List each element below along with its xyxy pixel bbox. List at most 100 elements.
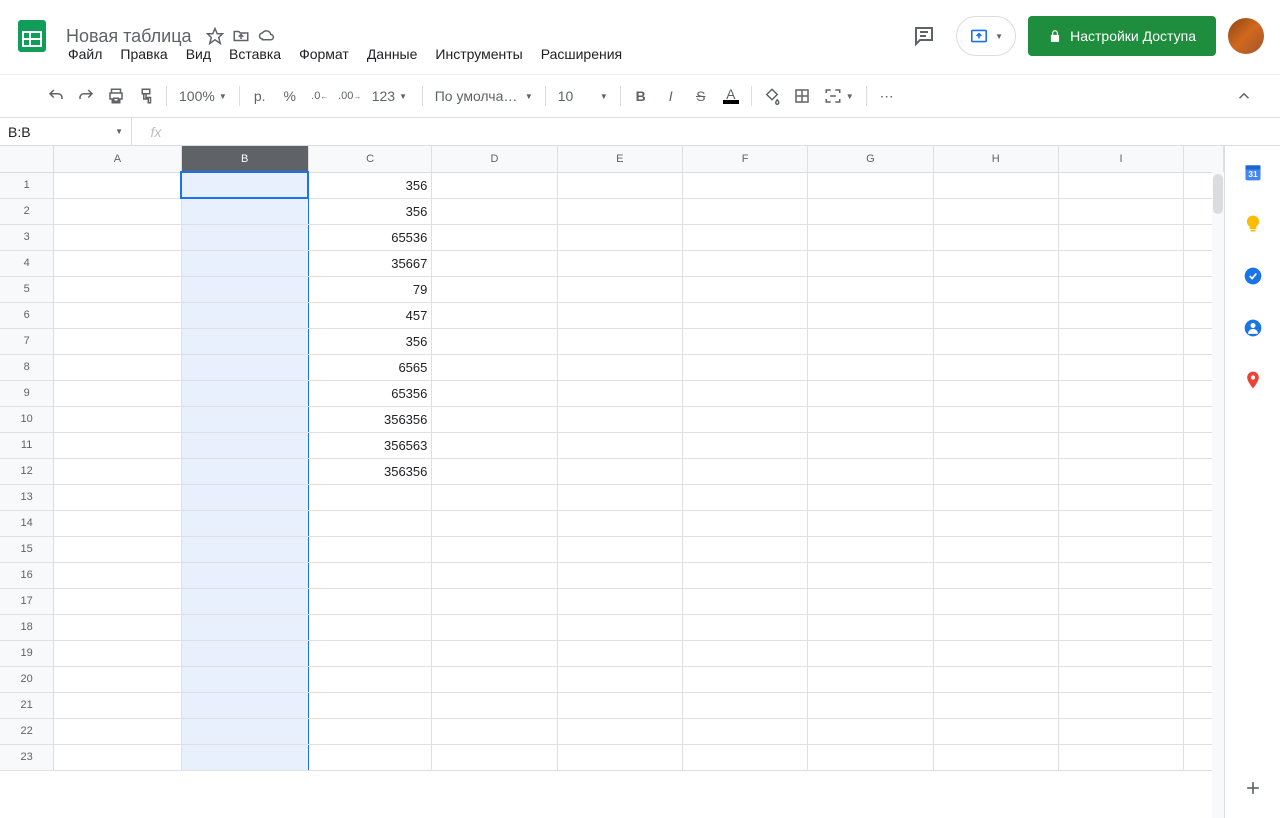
row-header-9[interactable]: 9 [0,380,54,406]
cell-H14[interactable] [933,510,1058,536]
currency-button[interactable]: р. [246,82,274,110]
cell-A2[interactable] [54,198,181,224]
select-all-corner[interactable] [0,146,54,172]
cell-E4[interactable] [557,250,682,276]
cell-G3[interactable] [808,224,933,250]
cell-I2[interactable] [1058,198,1183,224]
col-header-E[interactable]: E [557,146,682,172]
cell-F11[interactable] [682,432,807,458]
cell-A8[interactable] [54,354,181,380]
cell-D3[interactable] [432,224,557,250]
row-header-22[interactable]: 22 [0,718,54,744]
cell-F16[interactable] [682,562,807,588]
row-header-17[interactable]: 17 [0,588,54,614]
cell-H13[interactable] [933,484,1058,510]
cell-E6[interactable] [557,302,682,328]
cell-A1[interactable] [54,172,181,198]
row-header-16[interactable]: 16 [0,562,54,588]
cell-A11[interactable] [54,432,181,458]
cell-B18[interactable] [181,614,308,640]
cell-F12[interactable] [682,458,807,484]
cell-C9[interactable]: 65356 [308,380,432,406]
fill-color-button[interactable] [758,82,786,110]
cell-H10[interactable] [933,406,1058,432]
cell-B9[interactable] [181,380,308,406]
cell-H6[interactable] [933,302,1058,328]
cell-D7[interactable] [432,328,557,354]
menu-расширения[interactable]: Расширения [533,42,630,66]
row-header-4[interactable]: 4 [0,250,54,276]
cell-C1[interactable]: 356 [308,172,432,198]
cell-F15[interactable] [682,536,807,562]
cell-C14[interactable] [308,510,432,536]
cell-H11[interactable] [933,432,1058,458]
cell-C12[interactable]: 356356 [308,458,432,484]
row-header-20[interactable]: 20 [0,666,54,692]
cell-F18[interactable] [682,614,807,640]
cell-I14[interactable] [1058,510,1183,536]
cell-E2[interactable] [557,198,682,224]
row-header-3[interactable]: 3 [0,224,54,250]
cell-E11[interactable] [557,432,682,458]
paint-format-button[interactable] [132,82,160,110]
number-format-dropdown[interactable]: 123▼ [366,82,416,110]
cell-G18[interactable] [808,614,933,640]
cell-C20[interactable] [308,666,432,692]
cell-H9[interactable] [933,380,1058,406]
cell-B8[interactable] [181,354,308,380]
cell-E17[interactable] [557,588,682,614]
cell-G21[interactable] [808,692,933,718]
cell-F17[interactable] [682,588,807,614]
menu-вид[interactable]: Вид [178,42,219,66]
cell-H22[interactable] [933,718,1058,744]
cell-E16[interactable] [557,562,682,588]
undo-button[interactable] [42,82,70,110]
cell-F3[interactable] [682,224,807,250]
cell-E1[interactable] [557,172,682,198]
cell-F1[interactable] [682,172,807,198]
cell-I16[interactable] [1058,562,1183,588]
keep-icon[interactable] [1243,214,1263,234]
cell-D16[interactable] [432,562,557,588]
cell-A7[interactable] [54,328,181,354]
cell-I13[interactable] [1058,484,1183,510]
row-header-19[interactable]: 19 [0,640,54,666]
vertical-scrollbar[interactable] [1212,172,1224,818]
cell-F23[interactable] [682,744,807,770]
cell-B20[interactable] [181,666,308,692]
cell-C15[interactable] [308,536,432,562]
font-size-dropdown[interactable]: 10▼ [552,82,614,110]
cell-A9[interactable] [54,380,181,406]
cell-F14[interactable] [682,510,807,536]
cell-D9[interactable] [432,380,557,406]
cell-E13[interactable] [557,484,682,510]
menu-вставка[interactable]: Вставка [221,42,289,66]
cell-C11[interactable]: 356563 [308,432,432,458]
cell-I6[interactable] [1058,302,1183,328]
cell-A10[interactable] [54,406,181,432]
cell-I3[interactable] [1058,224,1183,250]
add-addon-icon[interactable] [1243,778,1263,798]
increase-decimal-button[interactable]: .00→ [336,82,364,110]
cell-F7[interactable] [682,328,807,354]
cell-G22[interactable] [808,718,933,744]
cell-C19[interactable] [308,640,432,666]
cell-D8[interactable] [432,354,557,380]
text-color-button[interactable]: A [717,82,745,110]
cell-E21[interactable] [557,692,682,718]
cell-C17[interactable] [308,588,432,614]
contacts-icon[interactable] [1243,318,1263,338]
decrease-decimal-button[interactable]: .0← [306,82,334,110]
cell-I23[interactable] [1058,744,1183,770]
cell-G11[interactable] [808,432,933,458]
cell-B14[interactable] [181,510,308,536]
cell-D23[interactable] [432,744,557,770]
cell-I11[interactable] [1058,432,1183,458]
cell-B19[interactable] [181,640,308,666]
cell-E18[interactable] [557,614,682,640]
cell-G17[interactable] [808,588,933,614]
cell-I10[interactable] [1058,406,1183,432]
cell-C18[interactable] [308,614,432,640]
row-header-7[interactable]: 7 [0,328,54,354]
cell-B23[interactable] [181,744,308,770]
